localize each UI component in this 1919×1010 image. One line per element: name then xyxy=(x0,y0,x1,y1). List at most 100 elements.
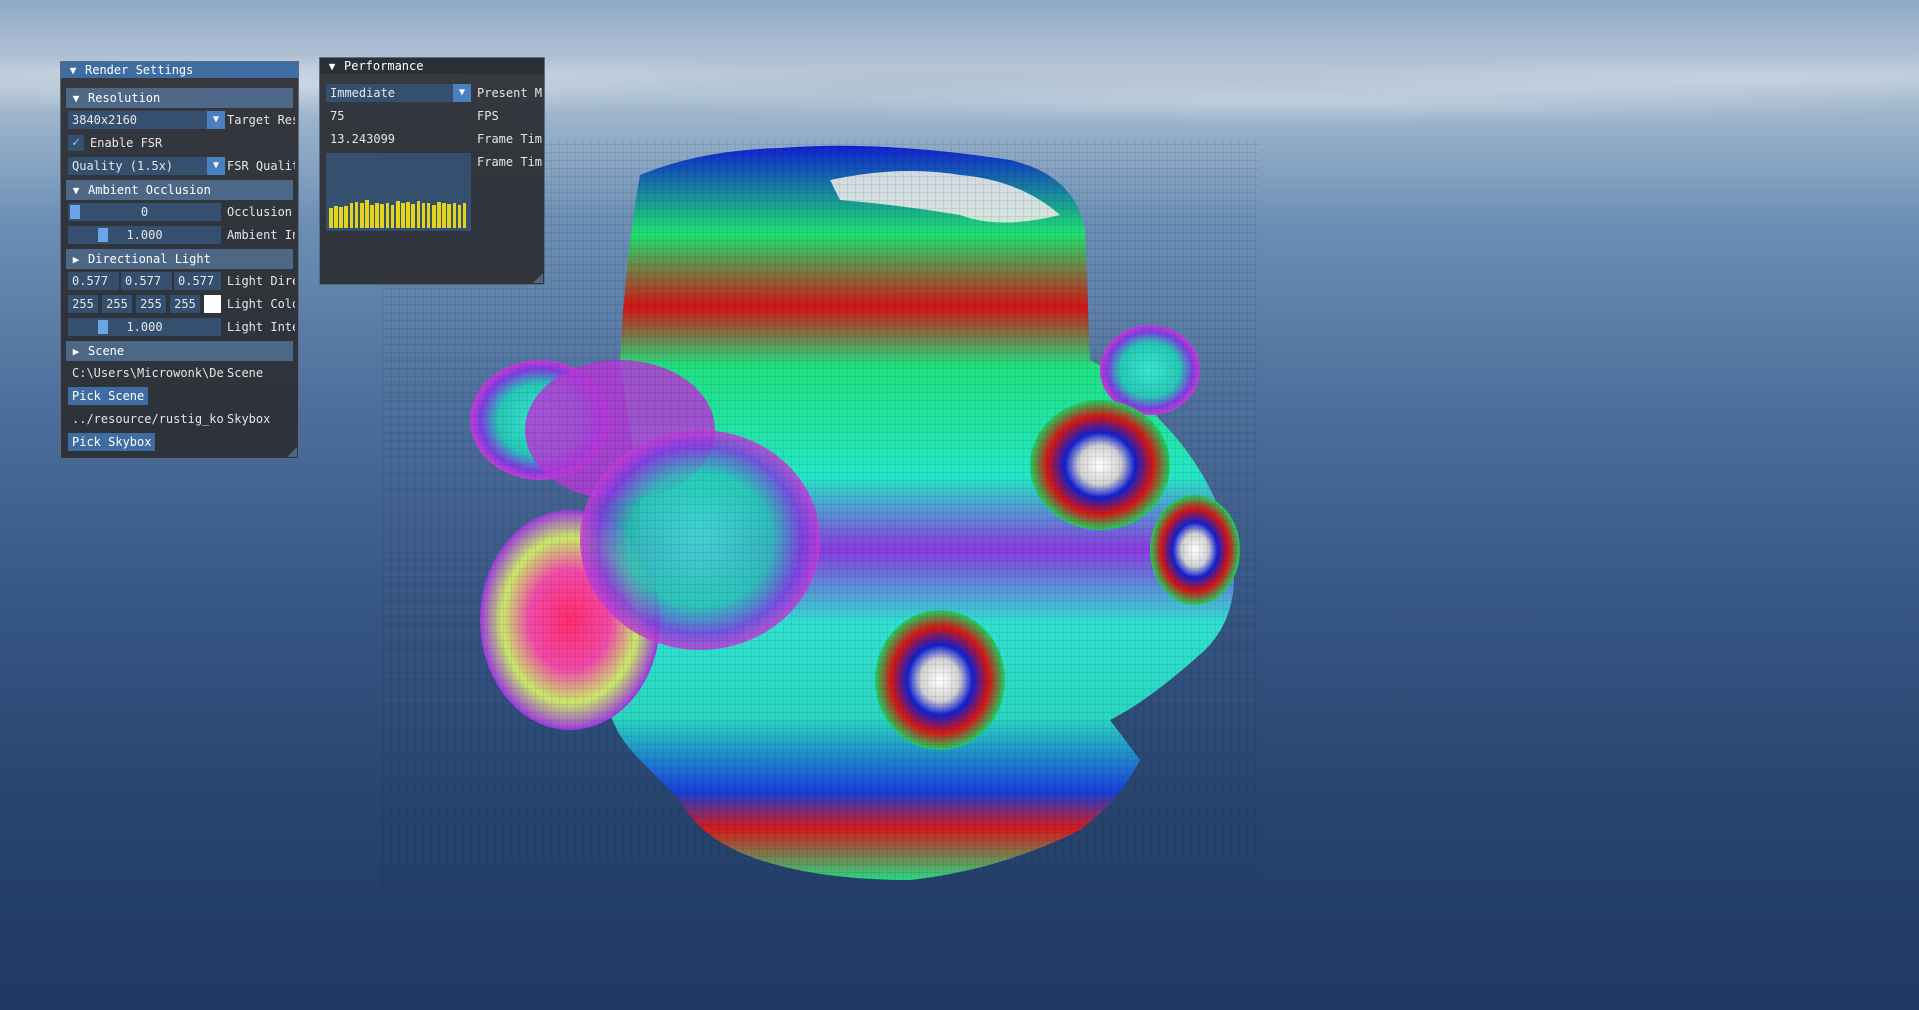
ambient-intensity-slider[interactable]: 1.000 xyxy=(68,226,221,244)
light-direction-y[interactable]: 0.577 xyxy=(121,272,172,290)
occlusion-slider-grab[interactable] xyxy=(70,205,80,219)
present-mode-label: Present M xyxy=(477,86,543,100)
collapse-arrow-icon[interactable]: ▼ xyxy=(67,63,79,79)
ambient-intensity-label: Ambient In xyxy=(227,228,295,242)
chevron-down-icon[interactable]: ▼ xyxy=(207,157,225,175)
target-resolution-label: Target Res xyxy=(227,113,295,127)
light-color-swatch[interactable] xyxy=(204,295,221,313)
light-color-a[interactable]: 255 xyxy=(170,295,200,313)
frame-time-bar xyxy=(354,202,359,228)
scene-header[interactable]: ▶ Scene xyxy=(66,341,293,361)
light-color-g[interactable]: 255 xyxy=(102,295,132,313)
frame-time-bar xyxy=(431,205,436,228)
occlusion-slider[interactable]: 0 xyxy=(68,203,221,221)
performance-window[interactable]: ▼ Performance Immediate ▼ Present M 75 FP… xyxy=(319,57,545,285)
enable-fsr-checkbox[interactable]: ✓ xyxy=(68,135,84,151)
frame-time-bar xyxy=(395,201,400,228)
frame-time-bar xyxy=(426,203,431,228)
target-resolution-value: 3840x2160 xyxy=(72,113,138,127)
frame-time-bar xyxy=(370,205,374,228)
render-settings-window[interactable]: ▼ Render Settings ▼ Resolution 3840x2160 ▼… xyxy=(60,61,299,459)
frame-time-bar xyxy=(462,203,467,228)
ambient-occlusion-header[interactable]: ▼ Ambient Occlusion xyxy=(66,180,293,200)
frame-time-bar xyxy=(406,202,410,228)
light-color-b[interactable]: 255 xyxy=(136,295,166,313)
light-direction-label: Light Dire xyxy=(227,274,295,288)
frame-time-label: Frame Tim xyxy=(477,132,543,146)
fsr-quality-label: FSR Qualit xyxy=(227,159,295,173)
fsr-quality-value: Quality (1.5x) xyxy=(72,159,174,173)
present-mode-value: Immediate xyxy=(330,86,396,100)
light-color-g-value: 255 xyxy=(106,297,128,311)
render-settings-titlebar[interactable]: ▼ Render Settings xyxy=(61,62,298,78)
resize-grip-icon[interactable] xyxy=(287,447,297,457)
light-color-r[interactable]: 255 xyxy=(68,295,98,313)
frame-time-bar xyxy=(390,205,395,228)
resolution-header-label: Resolution xyxy=(88,91,161,105)
skybox-path: ../resource/rustig_koj xyxy=(72,412,223,426)
frame-time-bar xyxy=(349,203,354,228)
collapsed-arrow-icon: ▶ xyxy=(72,345,80,358)
scene-header-label: Scene xyxy=(88,344,125,358)
light-intensity-value: 1.000 xyxy=(126,320,163,334)
scene-label: Scene xyxy=(227,366,264,380)
fps-value: 75 xyxy=(330,109,345,123)
expanded-arrow-icon: ▼ xyxy=(72,92,80,105)
frame-time-bar xyxy=(359,203,364,228)
chevron-down-icon[interactable]: ▼ xyxy=(207,111,225,129)
scene-path: C:\Users\Microwonk\De xyxy=(72,366,223,380)
collapse-arrow-icon[interactable]: ▼ xyxy=(326,59,338,75)
frame-time-bar xyxy=(421,203,426,228)
light-direction-z-value: 0.577 xyxy=(178,274,215,288)
fsr-quality-combo[interactable]: Quality (1.5x) ▼ xyxy=(68,157,225,175)
chevron-down-icon[interactable]: ▼ xyxy=(453,84,471,102)
frame-time-bar xyxy=(457,205,462,228)
frame-time-bar xyxy=(442,203,446,228)
ambient-intensity-slider-grab[interactable] xyxy=(98,228,108,242)
skybox-label: Skybox xyxy=(227,412,271,426)
frame-time-bar xyxy=(401,203,405,228)
occlusion-label: Occlusion xyxy=(227,205,293,219)
frame-time-bar xyxy=(344,206,349,228)
frame-time-bar xyxy=(380,204,385,228)
performance-titlebar[interactable]: ▼ Performance xyxy=(320,58,544,74)
frame-time-bar xyxy=(416,201,421,228)
light-color-a-value: 255 xyxy=(174,297,196,311)
target-resolution-combo[interactable]: 3840x2160 ▼ xyxy=(68,111,225,129)
ambient-intensity-value: 1.000 xyxy=(126,228,163,242)
light-color-r-value: 255 xyxy=(72,297,94,311)
frame-time-bar xyxy=(339,207,343,228)
light-color-label: Light Colo xyxy=(227,297,295,311)
resize-grip-icon[interactable] xyxy=(533,273,543,283)
frame-time-bar xyxy=(329,208,333,228)
light-direction-z[interactable]: 0.577 xyxy=(174,272,221,290)
collapsed-arrow-icon: ▶ xyxy=(72,253,80,266)
frame-time-bar xyxy=(447,204,452,228)
frame-time-bar xyxy=(411,204,415,228)
directional-light-header-label: Directional Light xyxy=(88,252,211,266)
ambient-occlusion-header-label: Ambient Occlusion xyxy=(88,183,211,197)
pick-scene-button[interactable]: Pick Scene xyxy=(68,387,149,405)
present-mode-combo[interactable]: Immediate ▼ xyxy=(326,84,471,102)
light-color-b-value: 255 xyxy=(140,297,162,311)
light-intensity-slider-grab[interactable] xyxy=(98,320,108,334)
light-intensity-slider[interactable]: 1.000 xyxy=(68,318,221,336)
render-settings-title: Render Settings xyxy=(85,63,194,77)
frame-time-histogram[interactable] xyxy=(326,153,471,231)
frame-time-bar xyxy=(437,202,441,228)
fps-label: FPS xyxy=(477,109,499,123)
frame-time-value: 13.243099 xyxy=(330,132,396,146)
frame-time-bar xyxy=(385,203,390,228)
enable-fsr-label: Enable FSR xyxy=(90,136,163,150)
frame-time-bar xyxy=(375,203,379,228)
light-direction-y-value: 0.577 xyxy=(125,274,162,288)
expanded-arrow-icon: ▼ xyxy=(72,184,80,197)
pick-skybox-button[interactable]: Pick Skybox xyxy=(68,433,156,451)
resolution-header[interactable]: ▼ Resolution xyxy=(66,88,293,108)
light-direction-x-value: 0.577 xyxy=(72,274,109,288)
directional-light-header[interactable]: ▶ Directional Light xyxy=(66,249,293,269)
performance-title: Performance xyxy=(344,59,424,73)
occlusion-value: 0 xyxy=(140,205,149,219)
light-direction-x[interactable]: 0.577 xyxy=(68,272,119,290)
frame-time-bar xyxy=(452,203,457,228)
